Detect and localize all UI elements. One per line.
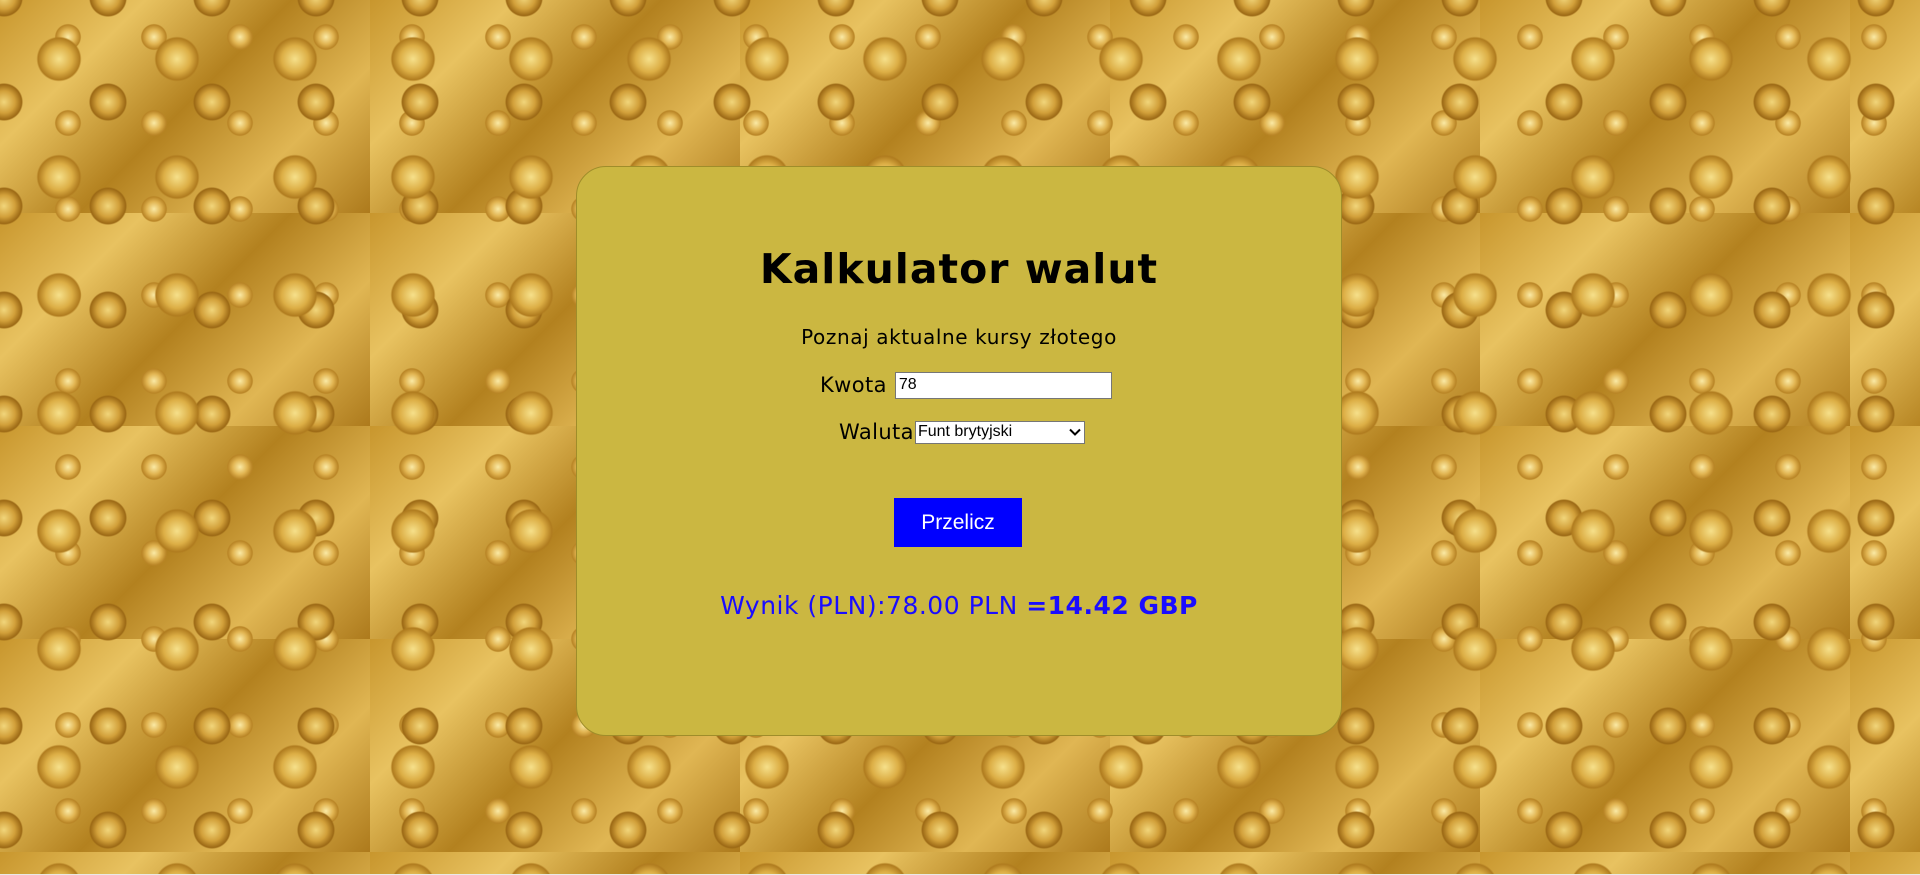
currency-label: Waluta	[839, 420, 914, 444]
currency-select[interactable]: Funt brytyjski	[914, 420, 1085, 444]
convert-button[interactable]: Przelicz	[894, 498, 1022, 547]
calculator-card: Kalkulator walut Poznaj aktualne kursy z…	[576, 166, 1342, 736]
result-prefix: Wynik (PLN):78.00 PLN	[720, 591, 1027, 620]
amount-row: Kwota	[820, 371, 1112, 399]
page-title: Kalkulator walut	[759, 245, 1159, 293]
currency-row: Waluta Funt brytyjski	[839, 420, 1085, 444]
amount-input[interactable]	[894, 371, 1112, 399]
chevron-down-icon	[1068, 425, 1082, 439]
currency-selected-value: Funt brytyjski	[917, 423, 1013, 440]
amount-label: Kwota	[820, 373, 887, 397]
result-converted-value: =14.42 GBP	[1026, 591, 1198, 620]
result-text: Wynik (PLN):78.00 PLN =14.42 GBP	[577, 591, 1341, 620]
page-subtitle: Poznaj aktualne kursy złotego	[801, 325, 1117, 349]
